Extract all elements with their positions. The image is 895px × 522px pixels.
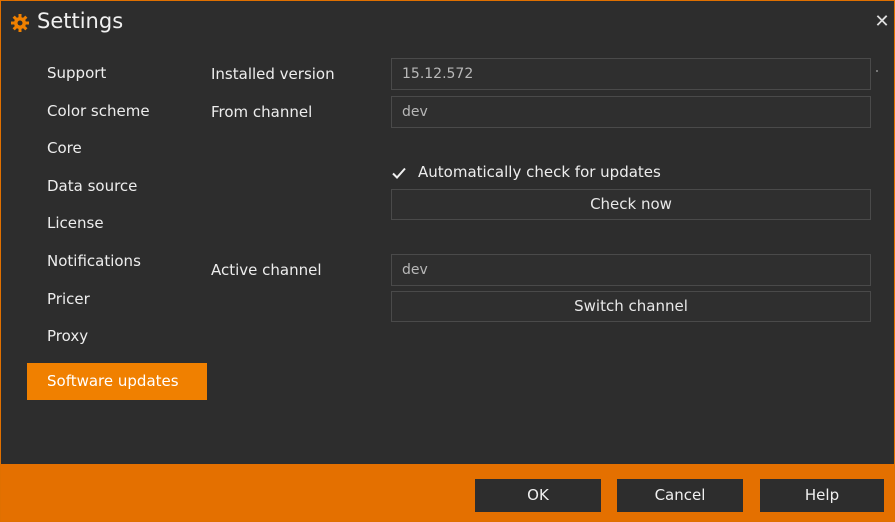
active-channel-label: Active channel — [211, 261, 322, 279]
from-channel-field: dev — [391, 96, 871, 128]
scroll-indicator — [876, 70, 878, 72]
from-channel-label: From channel — [211, 103, 313, 121]
ok-button[interactable]: OK — [475, 479, 601, 512]
sidebar-item-color-scheme[interactable]: Color scheme — [27, 96, 207, 134]
sidebar-item-proxy[interactable]: Proxy — [27, 321, 207, 359]
installed-version-label: Installed version — [211, 65, 335, 83]
help-button[interactable]: Help — [760, 479, 884, 512]
checkmark-icon — [392, 167, 406, 179]
sidebar-item-support[interactable]: Support — [27, 58, 207, 96]
switch-channel-button[interactable]: Switch channel — [391, 291, 871, 322]
sidebar-item-core[interactable]: Core — [27, 133, 207, 171]
sidebar-item-license[interactable]: License — [27, 208, 207, 246]
dialog-footer: OK Cancel Help — [1, 464, 894, 521]
gear-icon — [11, 14, 29, 32]
settings-window: Settings ✕ Support Color scheme Core Dat… — [0, 0, 895, 522]
sidebar-item-software-updates[interactable]: Software updates — [27, 362, 207, 400]
title-bar: Settings ✕ — [1, 1, 894, 45]
sidebar-item-data-source[interactable]: Data source — [27, 171, 207, 209]
close-icon: ✕ — [874, 11, 890, 32]
auto-check-label: Automatically check for updates — [418, 163, 661, 181]
check-now-button[interactable]: Check now — [391, 189, 871, 220]
installed-version-field: 15.12.572 — [391, 58, 871, 90]
window-title: Settings — [37, 9, 124, 33]
active-channel-field[interactable]: dev — [391, 254, 871, 286]
close-button[interactable]: ✕ — [872, 12, 892, 32]
sidebar-item-pricer[interactable]: Pricer — [27, 284, 207, 322]
sidebar-item-notifications[interactable]: Notifications — [27, 246, 207, 284]
settings-sidebar: Support Color scheme Core Data source Li… — [27, 58, 207, 400]
cancel-button[interactable]: Cancel — [617, 479, 743, 512]
